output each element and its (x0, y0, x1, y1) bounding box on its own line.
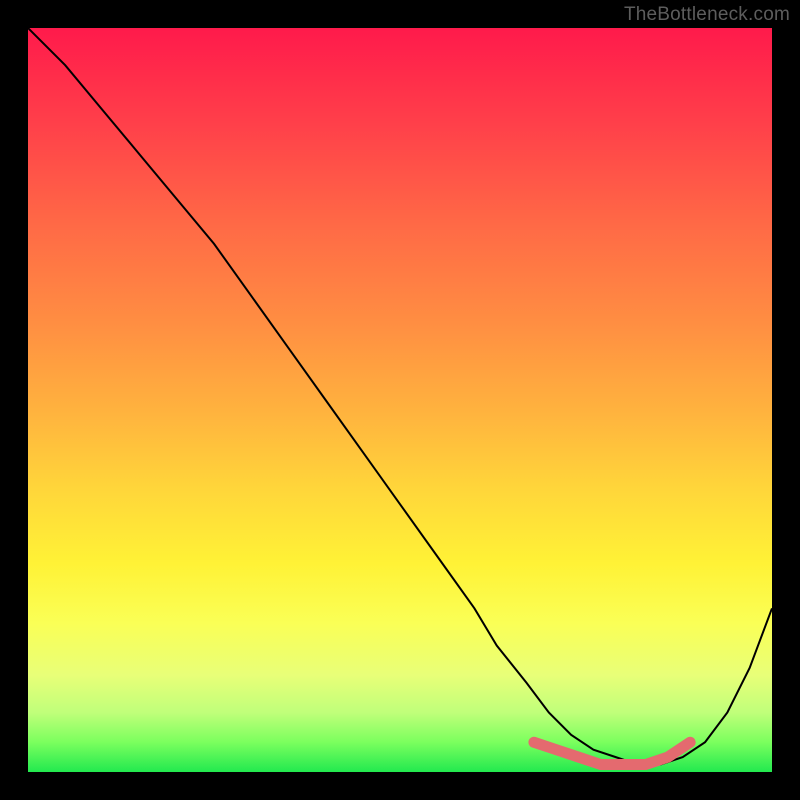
chart-stage: TheBottleneck.com (0, 0, 800, 800)
optimal-range-marker (534, 742, 690, 764)
bottleneck-curve (28, 28, 772, 765)
curve-layer (28, 28, 772, 772)
plot-area (28, 28, 772, 772)
attribution-text: TheBottleneck.com (624, 4, 790, 26)
